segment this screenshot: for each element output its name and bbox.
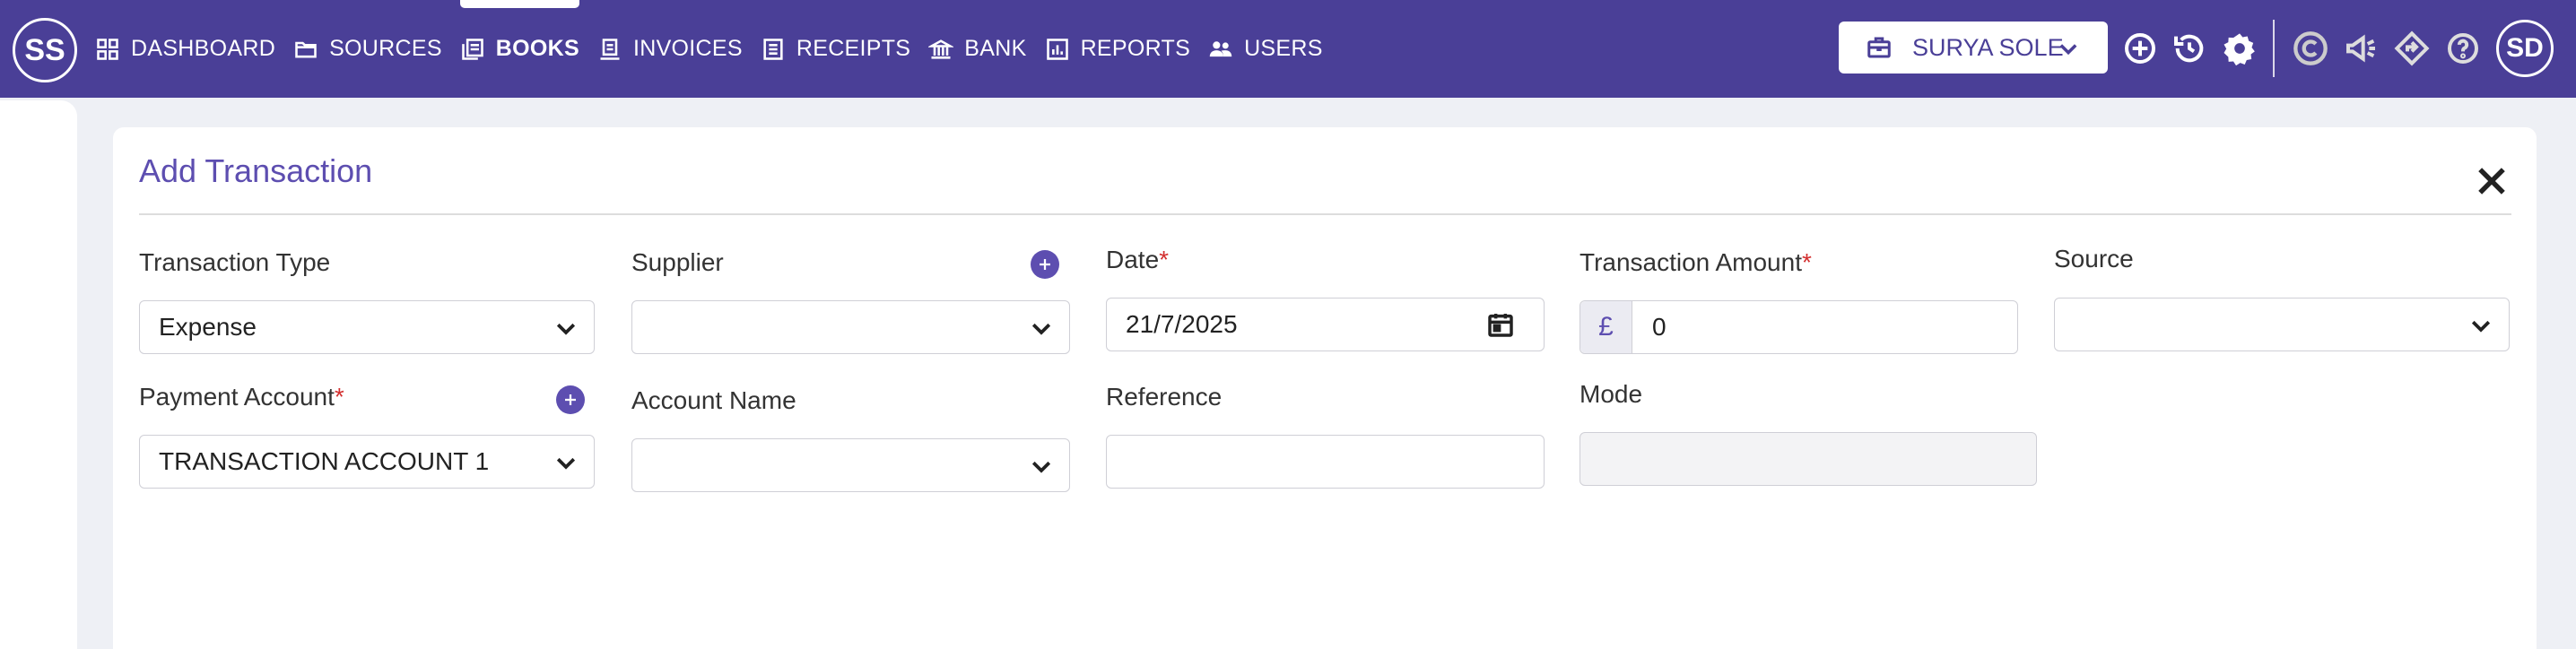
c-brand-icon[interactable] bbox=[2293, 30, 2328, 66]
label-text: Transaction Type bbox=[139, 248, 331, 276]
company-name: SURYA SOLE bbox=[1912, 33, 2064, 61]
receipt-icon bbox=[763, 38, 783, 60]
nav-dashboard[interactable]: DASHBOARD bbox=[95, 0, 275, 98]
add-supplier-button[interactable] bbox=[1031, 250, 1059, 279]
nav-sources[interactable]: SOURCES bbox=[293, 0, 442, 98]
required-asterisk: * bbox=[1801, 248, 1812, 276]
user-avatar[interactable]: SD bbox=[2496, 20, 2554, 77]
nav-reports[interactable]: REPORTS bbox=[1045, 0, 1191, 98]
add-payment-account-button[interactable] bbox=[556, 385, 585, 414]
main-nav: DASHBOARD SOURCES BOOKS INVOICES RECEIPT… bbox=[95, 0, 1341, 98]
chevron-down-icon bbox=[2059, 44, 2077, 56]
chevron-down-icon bbox=[1031, 323, 1051, 335]
close-icon bbox=[2478, 168, 2505, 195]
nav-label: INVOICES bbox=[632, 36, 743, 61]
app-logo[interactable]: SS bbox=[13, 18, 77, 82]
payment-account-value: TRANSACTION ACCOUNT 1 bbox=[159, 447, 490, 475]
currency-prefix: £ bbox=[1580, 301, 1632, 353]
briefcase-icon bbox=[1867, 37, 1891, 58]
reference-label: Reference bbox=[1106, 383, 1222, 411]
top-navigation-bar: SS DASHBOARD SOURCES BOOKS INVOICES RECE… bbox=[0, 0, 2576, 98]
label-text: Transaction Amount bbox=[1580, 248, 1802, 276]
left-sidebar-panel bbox=[0, 100, 77, 649]
label-text: Mode bbox=[1580, 380, 1643, 408]
plus-icon bbox=[1040, 259, 1050, 270]
transaction-amount-label: Transaction Amount* bbox=[1580, 248, 1812, 277]
label-text: Reference bbox=[1106, 383, 1223, 411]
nav-label: BOOKS bbox=[495, 36, 579, 61]
transaction-amount-value: 0 bbox=[1652, 313, 1667, 341]
reference-input[interactable] bbox=[1106, 435, 1545, 489]
chevron-down-icon bbox=[556, 457, 576, 470]
add-circle-icon[interactable] bbox=[2122, 30, 2158, 66]
help-icon[interactable] bbox=[2445, 30, 2481, 66]
date-input[interactable]: 21/7/2025 bbox=[1106, 298, 1545, 351]
announcement-icon[interactable] bbox=[2344, 30, 2380, 66]
transaction-type-select[interactable]: Expense bbox=[139, 300, 595, 354]
chevron-down-icon bbox=[1031, 461, 1051, 473]
date-value: 21/7/2025 bbox=[1126, 310, 1238, 338]
source-select[interactable] bbox=[2054, 298, 2510, 351]
nav-label: DASHBOARD bbox=[131, 36, 276, 61]
company-selector[interactable]: SURYA SOLE bbox=[1839, 22, 2108, 74]
label-text: Source bbox=[2054, 245, 2134, 273]
label-text: Date bbox=[1106, 246, 1160, 273]
dashboard-icon bbox=[97, 38, 118, 60]
required-asterisk: * bbox=[1159, 246, 1170, 273]
transaction-type-label: Transaction Type bbox=[139, 248, 330, 277]
reports-icon bbox=[1046, 38, 1068, 60]
supplier-select[interactable] bbox=[631, 300, 1070, 354]
toolbar-divider bbox=[2273, 20, 2275, 77]
required-asterisk: * bbox=[334, 383, 344, 411]
nav-label: REPORTS bbox=[1080, 36, 1191, 61]
close-button[interactable] bbox=[2472, 161, 2511, 201]
account-name-label: Account Name bbox=[631, 386, 796, 415]
account-name-select[interactable] bbox=[631, 438, 1070, 492]
add-transaction-card: Add Transaction Transaction Type Expense… bbox=[113, 127, 2537, 649]
chevron-down-icon bbox=[556, 323, 576, 335]
label-text: Account Name bbox=[631, 386, 796, 414]
bank-icon bbox=[928, 39, 954, 59]
title-divider bbox=[139, 213, 2511, 215]
mode-label: Mode bbox=[1580, 380, 1642, 409]
transaction-amount-input[interactable]: £ 0 bbox=[1580, 300, 2018, 354]
source-label: Source bbox=[2054, 245, 2134, 273]
nav-label: SOURCES bbox=[329, 36, 442, 61]
nav-label: BANK bbox=[964, 36, 1027, 61]
nav-books[interactable]: BOOKS bbox=[459, 0, 580, 98]
nav-label: RECEIPTS bbox=[796, 36, 911, 61]
folder-icon bbox=[295, 41, 317, 57]
chevron-down-icon bbox=[2471, 320, 2491, 333]
nav-users[interactable]: USERS bbox=[1208, 0, 1323, 98]
invoice-icon bbox=[600, 38, 620, 60]
supplier-label: Supplier bbox=[631, 248, 724, 277]
calendar-icon[interactable] bbox=[1486, 310, 1515, 339]
mode-input bbox=[1580, 432, 2037, 486]
payment-account-select[interactable]: TRANSACTION ACCOUNT 1 bbox=[139, 435, 595, 489]
date-label: Date* bbox=[1106, 246, 1169, 274]
label-text: Supplier bbox=[631, 248, 724, 276]
history-icon[interactable] bbox=[2171, 30, 2207, 66]
payment-account-label: Payment Account* bbox=[139, 383, 344, 411]
card-title: Add Transaction bbox=[139, 152, 373, 189]
nav-receipts[interactable]: RECEIPTS bbox=[761, 0, 910, 98]
label-text: Payment Account bbox=[139, 383, 335, 411]
settings-icon[interactable] bbox=[2222, 30, 2258, 66]
diamond-nav-icon[interactable] bbox=[2394, 30, 2430, 66]
books-icon bbox=[462, 38, 483, 60]
users-icon bbox=[1209, 40, 1232, 56]
nav-invoices[interactable]: INVOICES bbox=[597, 0, 743, 98]
nav-label: USERS bbox=[1244, 36, 1323, 61]
nav-bank[interactable]: BANK bbox=[928, 0, 1026, 98]
plus-icon bbox=[565, 394, 576, 405]
transaction-type-value: Expense bbox=[159, 313, 257, 341]
